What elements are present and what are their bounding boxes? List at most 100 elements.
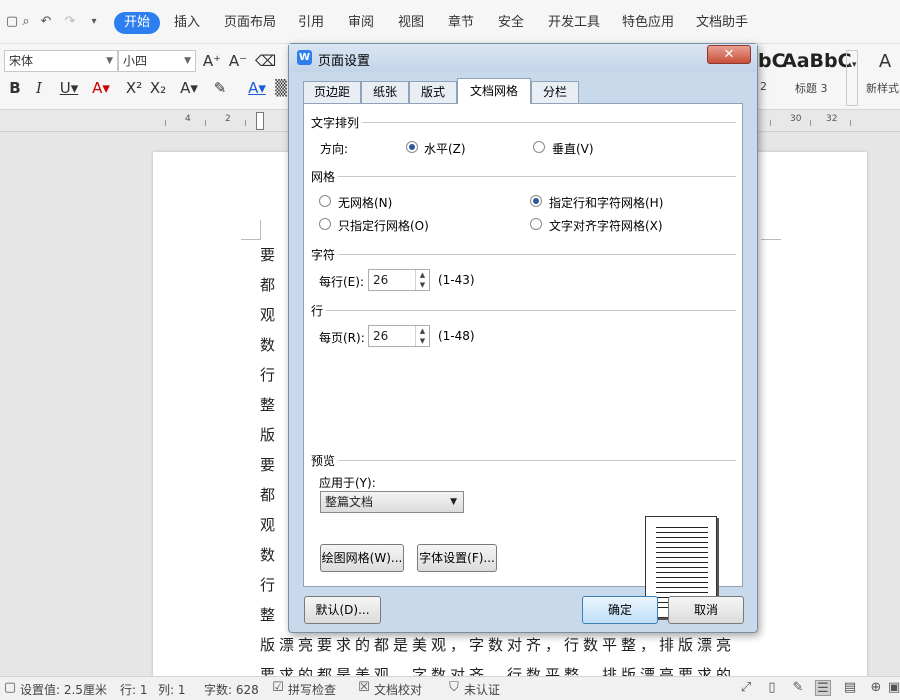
col-indicator: 列: 1 xyxy=(158,683,186,697)
per-page-label: 每页(R): xyxy=(319,331,365,345)
underline-icon[interactable]: U▾ xyxy=(56,78,82,98)
style-label-heading2: 2 xyxy=(760,80,767,93)
grid-none-label[interactable]: 无网格(N) xyxy=(338,194,392,211)
styles-scroll-icon[interactable]: ▴▾ xyxy=(846,50,858,106)
grid-line-char-label[interactable]: 指定行和字符网格(H) xyxy=(549,194,663,211)
apply-to-value: 整篇文档 xyxy=(325,495,374,509)
radio-horizontal[interactable] xyxy=(406,141,418,153)
radio-char-align-grid[interactable] xyxy=(530,218,542,230)
strikethrough-icon[interactable]: A▾ xyxy=(88,78,114,98)
redo-icon[interactable]: ↷ xyxy=(62,14,78,30)
menu-special-apps[interactable]: 特色应用 xyxy=(620,12,676,34)
wps-logo-icon: W xyxy=(297,50,312,65)
apply-to-select[interactable]: 整篇文档 ▼ xyxy=(320,491,464,513)
menu-security[interactable]: 安全 xyxy=(496,12,526,34)
menu-doc-assistant[interactable]: 文档助手 xyxy=(694,12,750,34)
margin-corner-mark xyxy=(260,220,261,240)
per-line-value: 26 xyxy=(373,273,389,287)
shrink-font-icon[interactable]: A⁻ xyxy=(228,51,248,71)
ok-button[interactable]: 确定 xyxy=(582,596,658,624)
per-page-stepper[interactable]: 26 ▲ ▼ xyxy=(368,325,430,347)
menu-start[interactable]: 开始 xyxy=(114,12,161,34)
menu-developer-tools[interactable]: 开发工具 xyxy=(546,12,602,34)
chevron-down-icon: ▼ xyxy=(184,56,191,66)
menu-view[interactable]: 视图 xyxy=(396,12,426,34)
edit-pen-icon[interactable]: ✎ xyxy=(790,680,806,696)
tab-document-grid[interactable]: 文档网格 xyxy=(457,78,531,104)
draw-grid-button[interactable]: 绘图网格(W)... xyxy=(320,544,404,572)
customize-chevron-icon[interactable]: ▾ xyxy=(86,14,102,30)
indent-marker[interactable] xyxy=(256,112,264,130)
word-count[interactable]: 字数: 628 xyxy=(204,681,259,698)
grow-font-icon[interactable]: A⁺ xyxy=(202,51,222,71)
cancel-button[interactable]: 取消 xyxy=(668,596,744,624)
fullscreen-icon[interactable]: ⤢ xyxy=(738,680,754,696)
char-shading-icon[interactable]: ▒ xyxy=(274,78,288,98)
style-label-heading3: 标题 3 xyxy=(795,82,828,95)
doc-line: 版漂亮要求的都是美观，字数对齐，行数平整，排版漂亮 xyxy=(260,636,736,654)
undo-icon[interactable]: ↶ xyxy=(38,14,54,30)
per-line-range: (1-43) xyxy=(438,273,475,287)
tab-columns[interactable]: 分栏 xyxy=(531,81,579,103)
section-grid: 网格 xyxy=(311,170,336,184)
ruler-label: 2 xyxy=(225,114,231,124)
outline-view-icon[interactable]: ▤ xyxy=(842,680,858,696)
default-button[interactable]: 默认(D)... xyxy=(304,596,381,624)
dialog-title: 页面设置 xyxy=(318,54,371,69)
font-color-icon[interactable]: A▾ xyxy=(244,78,270,98)
spellcheck-icon: ☑ xyxy=(272,680,284,695)
menu-references[interactable]: 引用 xyxy=(296,12,326,34)
dialog-titlebar[interactable]: W 页面设置 ✕ xyxy=(289,44,757,72)
radio-line-char-grid[interactable] xyxy=(530,195,542,207)
radio-line-only-grid[interactable] xyxy=(319,218,331,230)
print-preview-icon[interactable]: ⌕ xyxy=(18,14,34,30)
menu-chapter[interactable]: 章节 xyxy=(446,12,476,34)
font-name-value: 宋体 xyxy=(9,54,34,68)
bold-icon[interactable]: B xyxy=(6,78,24,98)
spell-check[interactable]: 拼写检查 xyxy=(288,681,336,698)
menu-review[interactable]: 审阅 xyxy=(346,12,376,34)
menu-page-layout[interactable]: 页面布局 xyxy=(222,12,278,34)
highlight-icon[interactable]: ✎ xyxy=(210,78,230,98)
clear-format-icon[interactable]: ⌫ xyxy=(255,51,276,71)
font-settings-button[interactable]: 字体设置(F)... xyxy=(417,544,497,572)
shield-icon: ⛉ xyxy=(449,680,459,695)
document-grid-panel: 文字排列 方向: 水平(Z) 垂直(V) 网格 无网格(N) 指定行和字符网格(… xyxy=(303,103,743,618)
superscript-icon[interactable]: X² xyxy=(124,78,144,98)
chevron-down-icon: ▼ xyxy=(106,56,113,66)
page-view-icon[interactable]: ☰ xyxy=(815,680,831,696)
unverified[interactable]: 未认证 xyxy=(464,681,500,698)
tab-margins[interactable]: 页边距 xyxy=(303,81,361,103)
subscript-icon[interactable]: X₂ xyxy=(148,78,168,98)
font-size-select[interactable]: 小四 ▼ xyxy=(118,50,196,72)
status-bar: ▢ 设置值: 2.5厘米 行: 1 列: 1 字数: 628 ☑ 拼写检查 ☒ … xyxy=(0,676,900,700)
web-view-icon[interactable]: ⊕ xyxy=(868,680,884,696)
new-style-icon[interactable]: A xyxy=(872,52,898,72)
stepper-arrows-icon[interactable]: ▲ ▼ xyxy=(415,326,429,346)
menu-insert[interactable]: 插入 xyxy=(172,12,202,34)
margin-corner-mark xyxy=(241,239,261,240)
direction-horizontal-label[interactable]: 水平(Z) xyxy=(424,140,466,157)
font-size-value: 小四 xyxy=(123,54,148,68)
style-preview-heading3[interactable]: AaBbC xyxy=(782,50,852,72)
grid-char-align-label[interactable]: 文字对齐字符网格(X) xyxy=(549,217,663,234)
grid-line-only-label[interactable]: 只指定行网格(O) xyxy=(338,217,429,234)
radio-no-grid[interactable] xyxy=(319,195,331,207)
section-lines: 行 xyxy=(311,304,324,318)
read-mode-icon[interactable]: ▯ xyxy=(764,680,780,696)
doc-icon[interactable]: ▢ xyxy=(2,680,18,696)
row-indicator: 行: 1 xyxy=(120,683,148,697)
new-style-label[interactable]: 新样式 xyxy=(866,80,899,96)
italic-icon[interactable]: I xyxy=(30,78,48,98)
font-name-select[interactable]: 宋体 ▼ xyxy=(4,50,118,72)
stepper-arrows-icon[interactable]: ▲ ▼ xyxy=(415,270,429,290)
per-line-stepper[interactable]: 26 ▲ ▼ xyxy=(368,269,430,291)
tab-paper[interactable]: 纸张 xyxy=(361,81,409,103)
tab-layout[interactable]: 版式 xyxy=(409,81,457,103)
radio-vertical[interactable] xyxy=(533,141,545,153)
text-effect-icon[interactable]: A▾ xyxy=(176,78,202,98)
direction-vertical-label[interactable]: 垂直(V) xyxy=(552,140,594,157)
close-button[interactable]: ✕ xyxy=(707,45,751,64)
layout-icon[interactable]: ▣ xyxy=(886,680,900,696)
doc-proof[interactable]: 文档校对 xyxy=(374,681,422,698)
